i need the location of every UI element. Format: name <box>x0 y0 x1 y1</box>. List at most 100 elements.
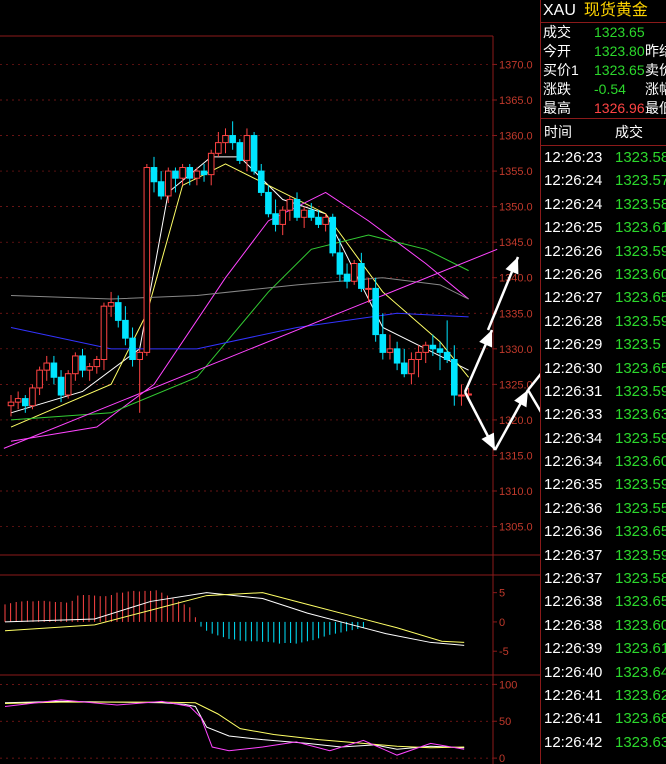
symbol-code: XAU <box>543 2 576 19</box>
tick-time: 12:26:25 <box>544 219 603 237</box>
y-tick-label: 1345.0 <box>499 237 533 249</box>
candle <box>286 199 294 211</box>
candle <box>93 358 101 368</box>
tick-time: 12:26:37 <box>544 570 603 588</box>
tick-time: 12:26:40 <box>544 663 603 681</box>
candle <box>22 398 29 407</box>
candle <box>114 302 122 321</box>
tick-row: 12:26:34 1323.59 <box>541 427 666 450</box>
candle <box>143 167 151 353</box>
candle <box>322 216 329 225</box>
tick-time: 12:26:41 <box>544 686 603 704</box>
candle <box>272 213 279 225</box>
y-tick-label: 1340.0 <box>499 273 533 285</box>
quote-value: 1323.65 <box>594 62 645 78</box>
quote-label-secondary: 涨幅 <box>645 81 666 97</box>
kline-chart: 1370.0 1365.0 1360.0 1355.0 1350.0 1345.0 1340… <box>0 35 540 764</box>
tick-price: 1323.64 <box>615 663 666 681</box>
candle <box>443 351 451 360</box>
tick-price: 1323.55 <box>615 499 666 517</box>
candle <box>129 337 136 360</box>
candle <box>14 398 22 403</box>
quote-label: 成交 <box>543 24 571 40</box>
ticks-list[interactable]: 12:26:23 1323.58 12:26:24 1323.57 12:26:24 13… <box>541 146 666 754</box>
candle <box>393 348 401 364</box>
tick-row: 12:26:29 1323.5 <box>541 333 666 356</box>
y-tick-label: 1330.0 <box>499 344 533 356</box>
arrow-shaft <box>526 389 540 413</box>
candle <box>186 167 194 179</box>
tick-time: 12:26:39 <box>544 640 603 658</box>
candle <box>57 376 65 396</box>
candle <box>150 167 158 183</box>
candle <box>79 355 86 371</box>
candle <box>36 369 43 389</box>
tick-price: 1323.61 <box>615 219 666 237</box>
quote-value: 1326.96 <box>594 100 645 116</box>
tick-row: 12:26:27 1323.65 <box>541 286 666 309</box>
tick-time: 12:26:30 <box>544 359 603 377</box>
chart-area: 1370.0 1365.0 1360.0 1355.0 1350.0 1345.0 1340… <box>0 0 540 764</box>
symbol-name: 现货黄金 <box>583 2 648 19</box>
y-tick-label: 0 <box>499 617 505 629</box>
candle <box>265 191 272 215</box>
quote-value: 1323.65 <box>594 24 645 40</box>
tick-price: 1323.68 <box>615 710 666 728</box>
quote-row: 成交 1323.65 <box>541 23 666 42</box>
candle <box>293 199 301 218</box>
ticks-header: 时间 成交 <box>541 119 666 145</box>
tick-time: 12:26:36 <box>544 499 603 517</box>
candle <box>372 287 379 336</box>
tick-price: 1323.62 <box>615 686 666 704</box>
tick-time: 12:26:27 <box>544 289 603 307</box>
candle <box>243 135 251 161</box>
candle <box>43 362 51 371</box>
tick-row: 12:26:30 1323.65 <box>541 357 666 380</box>
candle <box>336 252 344 275</box>
y-tick-label: 1355.0 <box>499 166 533 178</box>
tick-row: 12:26:28 1323.59 <box>541 310 666 333</box>
tick-price: 1323.59 <box>615 546 666 564</box>
tick-row: 12:26:36 1323.55 <box>541 497 666 520</box>
y-tick-label: 1350.0 <box>499 202 533 214</box>
quote-row: 买价1 1323.65卖价 <box>541 61 666 80</box>
tick-time: 12:26:31 <box>544 382 603 400</box>
candle <box>172 170 179 179</box>
tick-price: 1323.60 <box>615 265 666 283</box>
quote-value: -0.54 <box>594 81 626 97</box>
tick-row: 12:26:41 1323.62 <box>541 684 666 707</box>
tick-price: 1323.58 <box>615 195 666 213</box>
tick-row: 12:26:26 1323.59 <box>541 240 666 263</box>
tick-time: 12:26:23 <box>544 149 603 166</box>
ticks-header-price: 成交 <box>615 124 643 140</box>
candle <box>200 170 208 176</box>
tick-time: 12:26:42 <box>544 733 603 751</box>
tick-time: 12:26:26 <box>544 265 603 283</box>
quote-label: 涨跌 <box>543 81 571 97</box>
tick-row: 12:26:37 1323.59 <box>541 544 666 567</box>
tick-time: 12:26:26 <box>544 242 603 260</box>
tick-row: 12:26:38 1323.65 <box>541 590 666 613</box>
candle <box>400 362 408 375</box>
y-tick-label: 1365.0 <box>499 95 533 107</box>
quote-label-secondary: 卖价 <box>645 62 666 78</box>
candle <box>86 366 93 371</box>
candle <box>50 362 58 378</box>
candle <box>300 209 308 218</box>
quote-label: 买价1 <box>543 62 579 78</box>
tick-price: 1323.65 <box>615 289 666 307</box>
quote-row: 涨跌 -0.54 涨幅 <box>541 80 666 99</box>
tick-price: 1323.58 <box>615 570 666 588</box>
tick-price: 1323.65 <box>615 593 666 611</box>
tick-price: 1323.59 <box>615 382 666 400</box>
candle <box>207 152 215 176</box>
candle <box>458 394 465 397</box>
tick-time: 12:26:38 <box>544 593 603 611</box>
tick-row: 12:26:38 1323.60 <box>541 614 666 637</box>
tick-time: 12:26:24 <box>544 195 603 213</box>
tick-time: 12:26:34 <box>544 429 603 447</box>
candle <box>157 181 165 197</box>
tick-row: 12:26:41 1323.68 <box>541 707 666 730</box>
tick-time: 12:26:35 <box>544 476 603 494</box>
tick-time: 12:26:34 <box>544 453 603 471</box>
